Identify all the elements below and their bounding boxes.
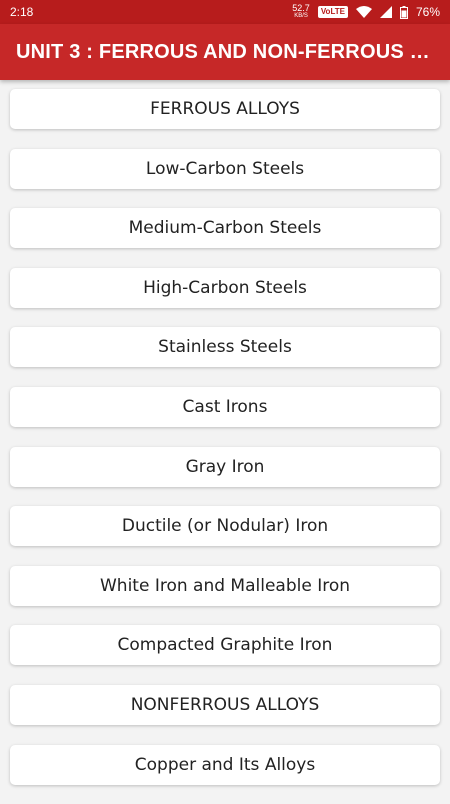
list-item[interactable]: FERROUS ALLOYS bbox=[10, 89, 440, 129]
list-item[interactable]: NONFERROUS ALLOYS bbox=[10, 684, 440, 725]
status-icons: 52.7 KB/S VoLTE 76% bbox=[292, 4, 440, 20]
list-item-label: High-Carbon Steels bbox=[143, 277, 307, 298]
list-item[interactable]: Medium-Carbon Steels bbox=[10, 208, 440, 249]
battery-icon bbox=[399, 5, 408, 19]
wifi-icon bbox=[355, 6, 372, 18]
list-item[interactable]: Ductile (or Nodular) Iron bbox=[10, 506, 440, 547]
list-item[interactable]: Stainless Steels bbox=[10, 327, 440, 368]
list-item-label: Copper and Its Alloys bbox=[134, 754, 316, 775]
topic-list: FERROUS ALLOYS Low-Carbon Steels Medium-… bbox=[10, 89, 440, 804]
list-item-label: White Iron and Malleable Iron bbox=[99, 575, 351, 596]
list-item[interactable]: Compacted Graphite Iron bbox=[10, 625, 440, 666]
network-speed-unit: KB/S bbox=[294, 13, 308, 19]
app-bar: UNIT 3 : FERROUS AND NON-FERROUS ME... bbox=[0, 24, 450, 80]
page-title: UNIT 3 : FERROUS AND NON-FERROUS ME... bbox=[16, 40, 434, 63]
list-item[interactable]: Low-Carbon Steels bbox=[10, 148, 440, 189]
status-time: 2:18 bbox=[10, 5, 34, 19]
list-item[interactable]: High-Carbon Steels bbox=[10, 267, 440, 308]
list-item[interactable]: Gray Iron bbox=[10, 446, 440, 487]
battery-percentage: 76% bbox=[415, 5, 440, 19]
list-item-label: NONFERROUS ALLOYS bbox=[130, 694, 320, 715]
list-item-label: Low-Carbon Steels bbox=[145, 158, 305, 179]
list-item-label: Cast Irons bbox=[182, 396, 268, 417]
network-speed: 52.7 KB/S bbox=[292, 4, 310, 20]
list-item-label: FERROUS ALLOYS bbox=[150, 99, 300, 119]
list-item-label: Ductile (or Nodular) Iron bbox=[121, 516, 329, 537]
network-speed-value: 52.7 bbox=[292, 3, 310, 13]
list-item[interactable]: Copper and Its Alloys bbox=[10, 744, 440, 785]
status-bar: 2:18 52.7 KB/S VoLTE 76% bbox=[0, 0, 450, 24]
list-item-label: Stainless Steels bbox=[158, 337, 292, 358]
list-item[interactable]: Cast Irons bbox=[10, 386, 440, 427]
signal-icon bbox=[379, 6, 392, 18]
list-item-label: Gray Iron bbox=[185, 456, 265, 477]
list-item-label: Medium-Carbon Steels bbox=[128, 218, 322, 239]
list-item-label: Compacted Graphite Iron bbox=[117, 635, 333, 656]
volte-badge: VoLTE bbox=[317, 6, 348, 18]
list-item[interactable]: White Iron and Malleable Iron bbox=[10, 565, 440, 606]
